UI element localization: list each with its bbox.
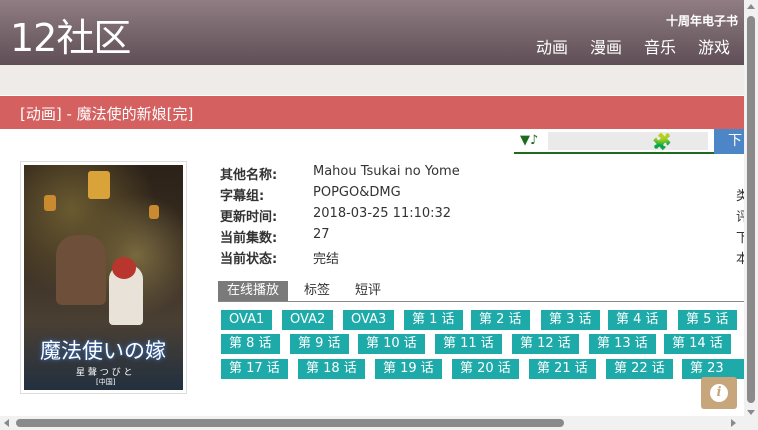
horizontal-scrollbar[interactable] (0, 416, 744, 430)
page-title-bar: [动画] - 魔法使的新娘[完] (0, 96, 744, 129)
episode-button[interactable]: OVA1 (221, 310, 273, 330)
episode-button[interactable]: 第 5 话 (678, 310, 737, 330)
episode-button[interactable]: OVA3 (343, 310, 395, 330)
site-logo[interactable]: 12社区 (10, 14, 131, 62)
episode-button[interactable]: 第 21 话 (529, 359, 596, 379)
detail-value: Mahou Tsukai no Yome (313, 164, 460, 179)
detail-value: 2018-03-25 11:10:32 (313, 206, 452, 221)
main-nav: 动画 漫画 音乐 游戏 (536, 36, 730, 60)
horizontal-scroll-thumb[interactable] (16, 419, 564, 427)
scroll-down-arrow-icon[interactable] (747, 410, 755, 415)
episode-button[interactable]: OVA2 (282, 310, 334, 330)
tab-online-play[interactable]: 在线播放 (218, 281, 289, 301)
tab-tags[interactable]: 标签 (304, 281, 330, 301)
music-note-icon[interactable]: ▼♪ (520, 133, 538, 148)
episode-button[interactable]: 第 17 话 (221, 359, 288, 379)
episode-list: OVA1 OVA2 OVA3 第 1 话第 2 话第 3 话第 4 话第 5 话第 8… (221, 310, 744, 380)
episode-button[interactable]: 第 4 话 (608, 310, 667, 330)
nav-games[interactable]: 游戏 (698, 36, 730, 60)
detail-value: 完结 (313, 252, 340, 267)
episode-button[interactable]: 第 11 话 (435, 334, 502, 354)
episode-button[interactable]: 第 2 话 (471, 310, 530, 330)
poster-image: 魔法使いの嫁 星 聲 つ び と [中国] (24, 165, 183, 390)
detail-label: 字幕组: (220, 189, 265, 204)
episode-button[interactable]: 第 18 话 (298, 359, 365, 379)
nav-manga[interactable]: 漫画 (590, 36, 622, 60)
nav-music[interactable]: 音乐 (644, 36, 676, 60)
sub-header-strip (0, 65, 744, 95)
nav-anime[interactable]: 动画 (536, 36, 568, 60)
episode-button[interactable]: 第 20 话 (452, 359, 519, 379)
content-tabs: 在线播放 标签 短评 (218, 281, 744, 302)
scroll-up-arrow-icon[interactable] (747, 4, 755, 9)
episode-button[interactable]: 第 9 话 (290, 334, 349, 354)
scroll-left-arrow-icon[interactable] (4, 419, 9, 427)
scroll-right-arrow-icon[interactable] (731, 419, 736, 427)
episode-button[interactable]: 第 22 话 (606, 359, 673, 379)
detail-label: 当前集数: (220, 231, 278, 246)
detail-label: 更新时间: (220, 210, 278, 225)
episode-button[interactable]: 第 13 话 (589, 334, 656, 354)
episode-button[interactable]: 第 10 话 (358, 334, 425, 354)
detail-label: 其他名称: (220, 168, 278, 183)
site-header: 12社区 十周年电子书 动画 漫画 音乐 游戏 (0, 0, 744, 65)
info-icon: i (710, 384, 728, 402)
page-title: [动画] - 魔法使的新娘[完] (20, 105, 194, 123)
vertical-scrollbar[interactable] (744, 0, 758, 430)
poster-title: 魔法使いの嫁 (40, 339, 166, 363)
anime-poster[interactable]: 魔法使いの嫁 星 聲 つ び と [中国] (20, 161, 187, 394)
detail-value: 27 (313, 227, 330, 242)
episode-button[interactable]: 第 8 话 (221, 334, 280, 354)
info-button[interactable]: i (701, 377, 737, 409)
episode-button[interactable]: 第 3 话 (541, 310, 600, 330)
episode-button[interactable]: 第 14 话 (664, 334, 731, 354)
detail-label: 当前状态: (220, 252, 278, 267)
episode-button[interactable]: 第 12 话 (512, 334, 579, 354)
audio-player: ▼♪ 🧩 (514, 130, 714, 154)
vertical-scroll-thumb[interactable] (747, 16, 755, 403)
promo-link[interactable]: 十周年电子书 (666, 12, 738, 29)
puzzle-icon: 🧩 (652, 132, 672, 151)
detail-value: POPGO&DMG (313, 185, 401, 200)
tab-reviews[interactable]: 短评 (355, 281, 381, 301)
player-plugin-area[interactable]: 🧩 (548, 132, 708, 151)
episode-button[interactable]: 第 23 话 (682, 359, 744, 379)
episode-button[interactable]: 第 19 话 (375, 359, 442, 379)
poster-caption: [中国] (96, 378, 116, 386)
episode-button[interactable]: 第 1 话 (404, 310, 463, 330)
